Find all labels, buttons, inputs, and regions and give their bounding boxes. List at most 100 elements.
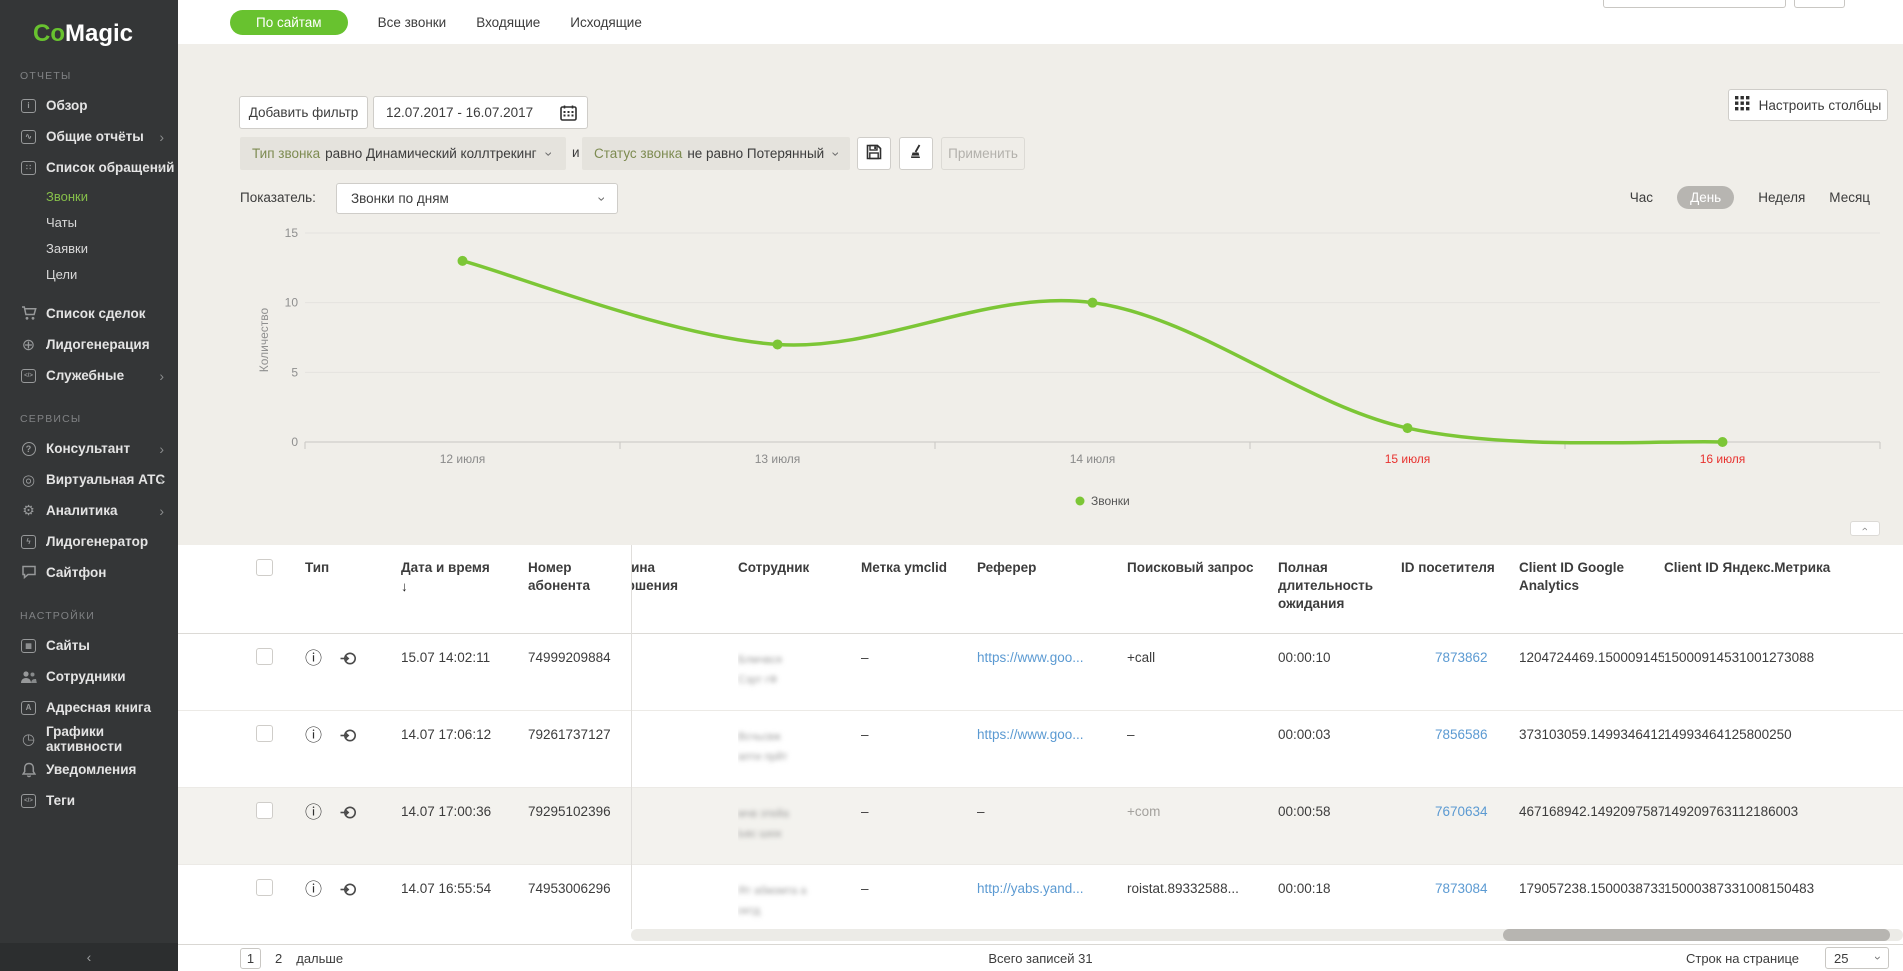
granularity-month[interactable]: Месяц	[1829, 190, 1870, 205]
incoming-call-icon	[340, 804, 357, 824]
sidebar-item-лидогенератор[interactable]: ϟЛидогенератор	[0, 526, 178, 557]
header-search-query[interactable]: Поисковый запрос	[1127, 545, 1276, 633]
visitor-id-link[interactable]: 7670634	[1401, 788, 1519, 864]
sidebar-item-label: Адресная книга	[46, 700, 151, 715]
search-query-value: +call	[1127, 634, 1276, 710]
horizontal-scrollbar-track[interactable]	[631, 929, 1903, 941]
referer-value[interactable]: http://yabs.yand...	[977, 865, 1127, 929]
filter-chip-call-type[interactable]: Тип звонка равно Динамический коллтрекин…	[240, 137, 566, 170]
sidebar-item-сотрудники[interactable]: Сотрудники	[0, 661, 178, 692]
save-filter-button[interactable]	[857, 137, 891, 170]
granularity-day[interactable]: День	[1677, 186, 1734, 209]
row-checkbox[interactable]	[256, 725, 273, 742]
broom-icon	[908, 144, 924, 163]
caller-number: 74953006296	[516, 865, 631, 929]
configure-columns-button[interactable]: Настроить столбцы	[1728, 89, 1888, 121]
call-info-icon[interactable]: ⓘ	[305, 881, 322, 898]
page-1-button[interactable]: 1	[240, 948, 261, 969]
horizontal-scrollbar-thumb[interactable]	[1503, 929, 1890, 941]
comagic-logo[interactable]: CoMagic	[0, 0, 178, 48]
header-datetime[interactable]: Дата и время↓	[389, 545, 516, 633]
ym-client-id-value: 15000914531001273088	[1664, 634, 1903, 710]
row-checkbox[interactable]	[256, 802, 273, 819]
cutoff-button[interactable]	[1794, 0, 1845, 8]
table-header-row: Тип Дата и время↓ Номер абонента Причина…	[178, 545, 1903, 634]
table-row[interactable]: ⓘ15.07 14:02:1174999209884БлмчвсяСзрт гФ…	[178, 634, 1903, 711]
sidebar-collapse-button[interactable]: ‹	[0, 943, 178, 971]
tab-ishodyashchie[interactable]: Исходящие	[570, 15, 642, 30]
call-info-icon[interactable]: ⓘ	[305, 727, 322, 744]
sidebar-item-сайты[interactable]: ▦Сайты	[0, 630, 178, 661]
next-page-link[interactable]: дальше	[296, 951, 343, 966]
granularity-week[interactable]: Неделя	[1758, 190, 1805, 205]
sidebar-item-сайтфон[interactable]: Сайтфон	[0, 557, 178, 588]
call-info-icon[interactable]: ⓘ	[305, 650, 322, 667]
row-checkbox[interactable]	[256, 648, 273, 665]
header-referer[interactable]: Реферер	[977, 545, 1127, 633]
referer-value[interactable]: https://www.goo...	[977, 711, 1127, 787]
header-visitor-id[interactable]: ID посетителя	[1401, 545, 1519, 633]
sidebar-item-уведомления[interactable]: Уведомления	[0, 754, 178, 785]
svg-text:10: 10	[285, 296, 299, 310]
header-ga-client-id[interactable]: Client ID Google Analytics	[1519, 545, 1664, 633]
visitor-id-link[interactable]: 7873084	[1401, 865, 1519, 929]
apply-filter-button[interactable]: Применить	[941, 137, 1025, 170]
page-2-button[interactable]: 2	[275, 951, 282, 966]
row-checkbox[interactable]	[256, 879, 273, 896]
cutoff-search-input[interactable]	[1603, 0, 1786, 8]
header-ym-client-id[interactable]: Client ID Яндекс.Метрика	[1664, 545, 1903, 633]
tabs: По сайтам Все звонки Входящие Исходящие	[230, 0, 642, 44]
sidebar-item-графики-активности[interactable]: ◷Графики активности	[0, 723, 178, 754]
call-info-icon[interactable]: ⓘ	[305, 804, 322, 821]
header-employee[interactable]: Сотрудник	[738, 545, 859, 633]
employee-name-blurred: Всчьсвжапти прйт	[738, 711, 859, 787]
sidebar-subitem-цели[interactable]: Цели	[0, 261, 178, 287]
sidebar-item-виртуальная-атс[interactable]: ◎Виртуальная АТС›	[0, 464, 178, 495]
sidebar-item-label: Лидогенератор	[46, 534, 148, 549]
table-row[interactable]: ⓘ14.07 17:06:1279261737127Всчьсвжапти пр…	[178, 711, 1903, 788]
logo-magic: Magic	[65, 20, 133, 47]
sidebar-item-список-сделок[interactable]: Список сделок	[0, 298, 178, 329]
header-wait-duration[interactable]: Полная длительность ожидания	[1276, 545, 1401, 633]
add-filter-button[interactable]: Добавить фильтр	[239, 96, 368, 129]
header-number[interactable]: Номер абонента	[516, 545, 631, 633]
metric-select[interactable]: Звонки по дням ›	[336, 183, 618, 214]
sidebar-item-аналитика[interactable]: ⚙Аналитика›	[0, 495, 178, 526]
tab-po-saitam[interactable]: По сайтам	[230, 10, 348, 35]
sidebar-item-адресная-книга[interactable]: AАдресная книга	[0, 692, 178, 723]
select-all-checkbox[interactable]	[256, 559, 273, 576]
tab-vse-zvonki[interactable]: Все звонки	[378, 15, 447, 30]
ga-client-id-value: 1204724469.1500091453	[1519, 634, 1664, 710]
sidebar-subitem-чаты[interactable]: Чаты	[0, 209, 178, 235]
table-row[interactable]: ⓘ14.07 17:00:3679295102396мчв этейаЬвс ш…	[178, 788, 1903, 865]
sidebar-item-служебные[interactable]: </>Служебные›	[0, 360, 178, 391]
visitor-id-link[interactable]: 7856586	[1401, 711, 1519, 787]
sort-desc-icon: ↓	[401, 578, 516, 596]
granularity-hour[interactable]: Час	[1630, 190, 1653, 205]
visitor-id-link[interactable]: 7873862	[1401, 634, 1519, 710]
sidebar-item-лидогенерация[interactable]: ⊕Лидогенерация	[0, 329, 178, 360]
header-ymclid[interactable]: Метка ymclid	[859, 545, 977, 633]
collapse-chart-button[interactable]: ›	[1850, 521, 1880, 536]
sidebar-item-список-обращений[interactable]: ∷Список обращений›	[0, 152, 178, 183]
sidebar-item-обзор[interactable]: iОбзор	[0, 90, 178, 121]
sidebar-item-общие-отчёты[interactable]: ∿Общие отчёты›	[0, 121, 178, 152]
filter-chip-call-status[interactable]: Статус звонка не равно Потерянный ›	[582, 137, 850, 170]
chevron-down-icon: ›	[829, 151, 845, 156]
sidebar-subitem-заявки[interactable]: Заявки	[0, 235, 178, 261]
referer-value[interactable]: https://www.goo...	[977, 634, 1127, 710]
clear-filter-broom-icon-button[interactable]	[899, 137, 933, 170]
date-range-input[interactable]: 12.07.2017 - 16.07.2017	[373, 96, 588, 129]
sidebar-item-теги[interactable]: </>Теги	[0, 785, 178, 816]
tab-vhodyashchie[interactable]: Входящие	[476, 15, 540, 30]
rows-per-page-select[interactable]: 25 ›	[1825, 947, 1889, 969]
caller-number: 74999209884	[516, 634, 631, 710]
sidebar-item-консультант[interactable]: ?Консультант›	[0, 433, 178, 464]
ymclid-value: –	[859, 634, 977, 710]
header-reason[interactable]: Причина завершения	[631, 545, 738, 633]
header-type[interactable]: Тип	[293, 545, 389, 633]
sidebar-item-label: Общие отчёты	[46, 129, 144, 144]
table-row[interactable]: ⓘ14.07 16:55:5474953006296Ят абмзмта аок…	[178, 865, 1903, 929]
sidebar-subitem-звонки[interactable]: Звонки	[0, 183, 178, 209]
table-body: ⓘ15.07 14:02:1174999209884БлмчвсяСзрт гФ…	[178, 634, 1903, 929]
